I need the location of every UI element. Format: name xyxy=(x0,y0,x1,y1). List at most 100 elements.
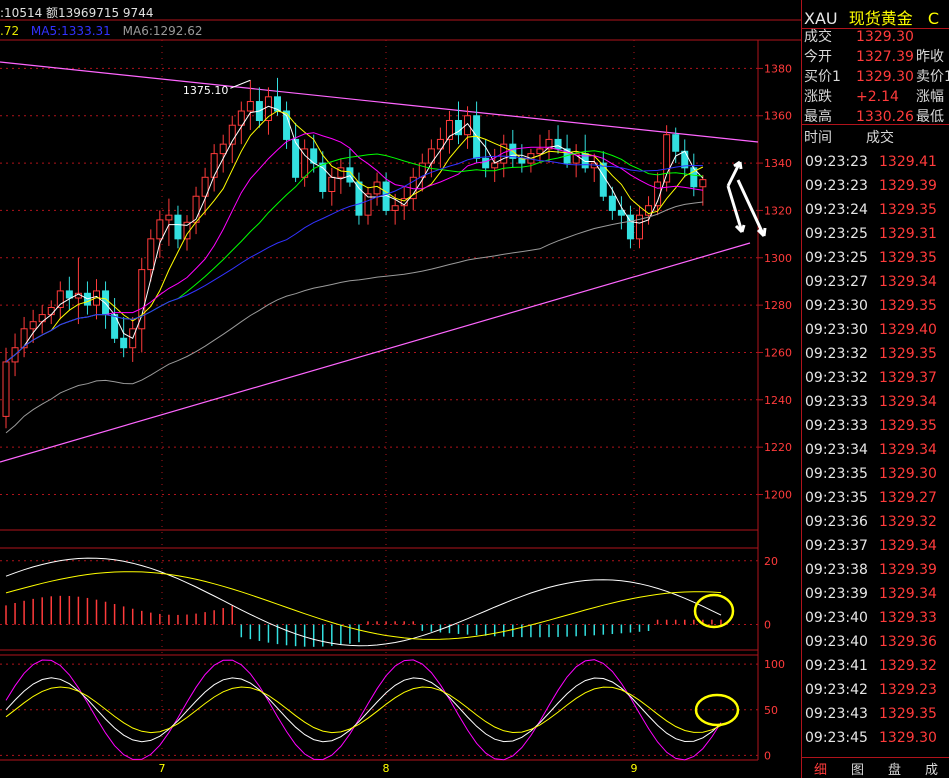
candle-body xyxy=(47,306,55,316)
candle-body xyxy=(699,179,707,188)
tick-price: 1329.35 xyxy=(879,418,937,434)
tick-row: 09:23:30 1329.35 xyxy=(805,294,937,318)
date-tick-label: 7 xyxy=(159,762,166,775)
candle-body xyxy=(210,153,218,178)
candle-body xyxy=(246,101,254,112)
tick-price: 1329.39 xyxy=(879,562,937,578)
candle-body xyxy=(491,162,499,169)
tick-price: 1329.36 xyxy=(879,634,937,650)
candle-body xyxy=(29,321,37,330)
candle-body xyxy=(165,214,173,221)
tick-time: 09:23:42 xyxy=(805,682,868,698)
quote-row: 今开 1327.39 昨收 xyxy=(804,47,944,67)
annotation-arrow xyxy=(726,185,746,234)
chart-area[interactable]: 1380 1360 1340 1320 1300 1280 1260 1240 1220 1200… xyxy=(0,0,801,778)
ticks-header: 时间 成交 xyxy=(804,127,894,147)
tick-time: 09:23:40 xyxy=(805,634,868,650)
quote-value: 1329.30 xyxy=(856,69,914,85)
tick-row: 09:23:33 1329.35 xyxy=(805,414,937,438)
price-tick-label: 1300 xyxy=(764,252,792,265)
ma5-label: MA5:1333.31 xyxy=(30,24,111,38)
tick-price: 1329.30 xyxy=(879,730,937,746)
highlight-circle xyxy=(693,593,735,629)
tick-time: 09:23:41 xyxy=(805,658,868,674)
tick-row: 09:23:32 1329.37 xyxy=(805,366,937,390)
tick-price: 1329.35 xyxy=(879,706,937,722)
tick-row: 09:23:32 1329.35 xyxy=(805,342,937,366)
tick-time: 09:23:45 xyxy=(805,730,868,746)
resistance-trendline xyxy=(0,61,759,143)
tick-time: 09:23:23 xyxy=(805,178,868,194)
tab-trades[interactable]: 成 xyxy=(925,759,938,778)
tick-row: 09:23:25 1329.35 xyxy=(805,246,937,270)
candle-body xyxy=(65,290,73,299)
tab-chart[interactable]: 图 xyxy=(851,759,864,778)
tick-time: 09:23:34 xyxy=(805,442,868,458)
ma6-line xyxy=(5,201,703,434)
tick-row: 09:23:23 1329.39 xyxy=(805,174,937,198)
quote-value: 1327.39 xyxy=(856,49,914,65)
macd-tick-label: 0 xyxy=(764,619,771,632)
ma-line-2 xyxy=(5,110,704,363)
tick-time: 09:23:24 xyxy=(805,202,868,218)
tick-row: 09:23:41 1329.32 xyxy=(805,654,937,678)
candle-body xyxy=(554,138,562,150)
quote-label: 今开 xyxy=(804,49,832,65)
tick-time: 09:23:37 xyxy=(805,538,868,554)
tick-time: 09:23:35 xyxy=(805,466,868,482)
tick-time: 09:23:36 xyxy=(805,514,868,530)
tick-row: 09:23:27 1329.34 xyxy=(805,270,937,294)
kdj-tick-label: 100 xyxy=(764,658,785,671)
quote-row: 买价1 1329.30 卖价1 xyxy=(804,67,949,87)
candle-body xyxy=(102,290,110,316)
tick-price: 1329.32 xyxy=(879,514,937,530)
candle-body xyxy=(608,195,616,211)
candle-body xyxy=(219,143,227,155)
price-tick-label: 1260 xyxy=(764,346,792,359)
tick-price: 1329.30 xyxy=(879,466,937,482)
tick-time: 09:23:32 xyxy=(805,370,868,386)
tick-price: 1329.35 xyxy=(879,202,937,218)
macd-tick-label: 20 xyxy=(764,555,778,568)
candle-body xyxy=(391,205,399,211)
price-tick-label: 1360 xyxy=(764,110,792,123)
tick-time: 09:23:33 xyxy=(805,418,868,434)
quote-right: 卖价1 xyxy=(916,69,949,85)
quote-panel: XAU 现货黄金 C 成交 1329.30 今开 1327.39 昨收 买价1 1329… xyxy=(801,0,949,778)
tick-row: 09:23:35 1329.30 xyxy=(805,462,937,486)
quote-right: 涨幅 xyxy=(916,89,944,105)
kdj-tick-label: 50 xyxy=(764,704,778,717)
tick-price: 1329.39 xyxy=(879,178,937,194)
ma-line-1 xyxy=(5,105,704,363)
quote-label: 买价1 xyxy=(804,69,841,85)
ma5-line xyxy=(5,155,703,363)
ma-legend: .72 MA5:1333.31 MA6:1292.62 xyxy=(0,24,203,38)
quote-value: +2.14 xyxy=(856,89,899,105)
tick-time: 09:23:38 xyxy=(805,562,868,578)
tick-price: 1329.34 xyxy=(879,586,937,602)
price-tick-label: 1240 xyxy=(764,394,792,407)
price-tick-label: 1320 xyxy=(764,204,792,217)
tab-book[interactable]: 盘 xyxy=(888,759,901,778)
tick-time: 09:23:40 xyxy=(805,610,868,626)
max-price-label: 1375.10 xyxy=(183,84,229,97)
candle-body xyxy=(147,238,155,271)
tick-price: 1329.40 xyxy=(879,322,937,338)
tick-row: 09:23:43 1329.35 xyxy=(805,702,937,726)
tick-price: 1329.34 xyxy=(879,538,937,554)
ticks-header-time: 时间 xyxy=(804,130,832,146)
quote-row: 成交 1329.30 xyxy=(804,27,916,47)
kdj-tick-label: 0 xyxy=(764,749,771,762)
tick-price: 1329.35 xyxy=(879,250,937,266)
candle-body xyxy=(482,157,490,169)
candle-body xyxy=(301,148,309,178)
tick-row: 09:23:36 1329.32 xyxy=(805,510,937,534)
price-tick-label: 1340 xyxy=(764,157,792,170)
quote-label: 涨跌 xyxy=(804,89,832,105)
tab-detail[interactable]: 细 xyxy=(814,759,827,778)
tick-row: 09:23:39 1329.34 xyxy=(805,582,937,606)
tick-price: 1329.33 xyxy=(879,610,937,626)
quote-label: 成交 xyxy=(804,29,832,45)
quote-right: 昨收 xyxy=(916,49,944,65)
tick-time: 09:23:43 xyxy=(805,706,868,722)
